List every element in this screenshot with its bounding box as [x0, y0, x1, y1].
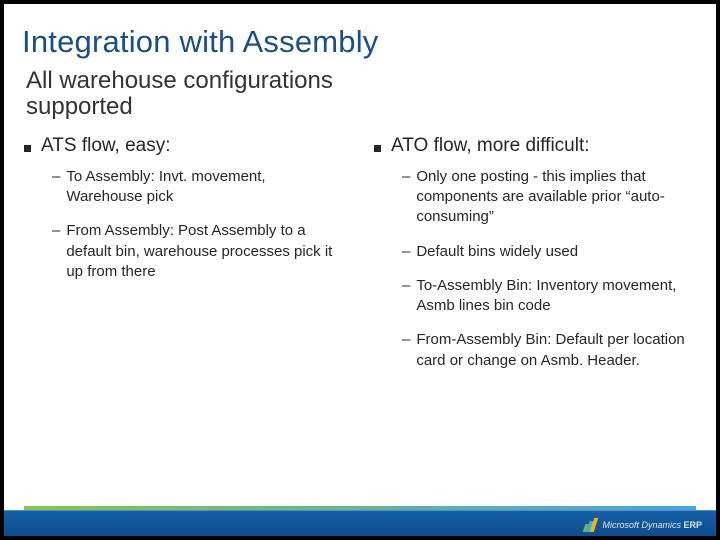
left-column: ATS flow, easy: – To Assembly: Invt. mov…	[14, 135, 356, 385]
list-item: – From-Assembly Bin: Default per locatio…	[402, 330, 694, 371]
dash-icon: –	[402, 242, 410, 262]
left-heading-text: ATS flow, easy:	[41, 135, 171, 157]
list-item-text: From Assembly: Post Assembly to a defaul…	[66, 221, 344, 282]
list-item-text: To-Assembly Bin: Inventory movement, Asm…	[416, 276, 694, 317]
list-item-text: To Assembly: Invt. movement, Warehouse p…	[66, 167, 344, 208]
list-item-text: From-Assembly Bin: Default per location …	[416, 330, 694, 371]
slide-title: Integration with Assembly	[4, 4, 716, 66]
dynamics-icon	[584, 518, 598, 532]
brand-logo: Microsoft Dynamics ERP	[584, 518, 702, 532]
list-item: – From Assembly: Post Assembly to a defa…	[52, 221, 344, 282]
list-item: – Default bins widely used	[402, 242, 694, 262]
left-heading: ATS flow, easy:	[24, 135, 356, 157]
list-item-text: Default bins widely used	[416, 242, 578, 262]
brand-name: Microsoft Dynamics	[602, 520, 681, 530]
list-item: – To Assembly: Invt. movement, Warehouse…	[52, 167, 344, 208]
dash-icon: –	[52, 221, 60, 241]
list-item: – Only one posting - this implies that c…	[402, 167, 694, 228]
right-heading-text: ATO flow, more difficult:	[391, 135, 590, 157]
bullet-square-icon	[374, 145, 381, 152]
footer-bar: Microsoft Dynamics ERP	[4, 510, 716, 536]
dash-icon: –	[402, 276, 410, 296]
slide-subtitle: All warehouse configurations supported	[4, 66, 384, 131]
dash-icon: –	[402, 167, 410, 187]
dash-icon: –	[52, 167, 60, 187]
dash-icon: –	[402, 330, 410, 350]
list-item: – To-Assembly Bin: Inventory movement, A…	[402, 276, 694, 317]
content-columns: ATS flow, easy: – To Assembly: Invt. mov…	[4, 131, 716, 385]
bullet-square-icon	[24, 145, 31, 152]
slide: Integration with Assembly All warehouse …	[4, 4, 716, 536]
list-item-text: Only one posting - this implies that com…	[416, 167, 694, 228]
brand-suffix: ERP	[683, 520, 702, 530]
right-heading: ATO flow, more difficult:	[374, 135, 706, 157]
right-column: ATO flow, more difficult: – Only one pos…	[364, 135, 706, 385]
